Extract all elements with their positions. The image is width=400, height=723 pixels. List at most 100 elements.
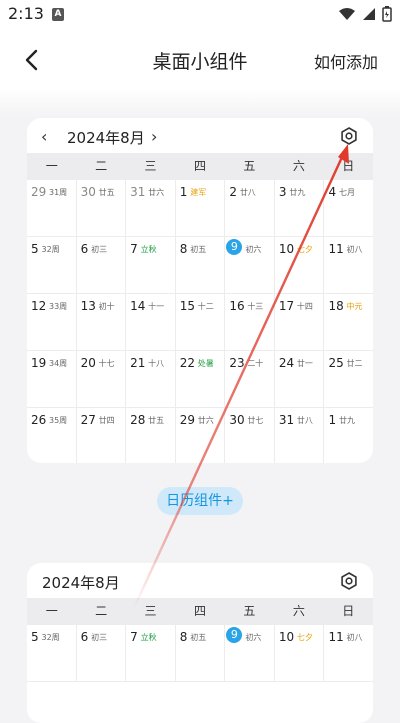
lunar-label: 廿二 — [346, 359, 363, 368]
calendar-day-cell[interactable]: 5 32周 — [27, 237, 77, 294]
calendar-day-cell[interactable]: 29 31周 — [27, 180, 77, 237]
day-number: 19 — [31, 356, 47, 370]
day-number: 26 — [31, 413, 47, 427]
calendar-day-cell[interactable]: 10 七夕 — [274, 625, 325, 682]
calendar-week-row: 5 32周 6 初三 7 立秋 8 初五 9 初六 10 七夕 11 初八 — [27, 237, 373, 294]
calendar-day-cell[interactable]: 1 建军 — [175, 180, 226, 237]
battery-icon — [382, 6, 392, 22]
calendar-day-cell[interactable]: 4 七月 — [324, 180, 373, 237]
calendar-day-cell[interactable]: 24 廿一 — [274, 351, 325, 408]
calendar-day-cell[interactable]: 11 初八 — [324, 625, 373, 682]
weekday-header: 一 二 三 四 五 六 日 — [27, 153, 373, 180]
calendar-day-cell[interactable]: 15 十二 — [175, 294, 226, 351]
day-number: 4 — [328, 185, 337, 199]
calendar-day-cell[interactable]: 3 廿九 — [274, 180, 325, 237]
lunar-label: 立秋 — [140, 633, 157, 642]
calendar-day-cell[interactable]: 1 廿九 — [324, 408, 373, 463]
calendar-day-cell[interactable]: 21 十八 — [126, 351, 176, 408]
day-number: 5 — [31, 630, 39, 644]
calendar-day-cell[interactable]: 2 廿八 — [225, 180, 275, 237]
calendar-day-cell[interactable]: 26 35周 — [27, 408, 77, 463]
weekday-label: 二 — [95, 159, 108, 173]
weekday-label: 三 — [144, 604, 157, 618]
notification-icon: A — [52, 8, 64, 21]
day-number: 25 — [328, 356, 344, 370]
day-number: 28 — [130, 413, 146, 427]
calendar-day-cell[interactable]: 22 处暑 — [175, 351, 226, 408]
lunar-label: 廿八 — [296, 416, 313, 425]
calendar-day-cell[interactable]: 11 初八 — [324, 237, 373, 294]
lunar-label: 立秋 — [140, 245, 157, 254]
calendar-day-cell[interactable]: 31 廿八 — [275, 408, 325, 463]
signal-icon — [363, 8, 375, 20]
lunar-label: 廿七 — [247, 416, 264, 425]
calendar-day-cell[interactable]: 8 初五 — [175, 625, 226, 682]
weekday-label: 日 — [342, 159, 355, 173]
day-number: 29 — [179, 413, 196, 427]
today-marker: 9 — [226, 239, 243, 255]
calendar-day-cell[interactable]: 28 廿五 — [126, 408, 176, 463]
day-number: 22 — [179, 356, 196, 370]
calendar-grid: 5 32周 6 初三 7 立秋 8 初五 9 初六 10 七夕 11 初八 — [27, 625, 373, 682]
calendar-day-cell[interactable]: 9 初六 — [225, 237, 275, 294]
calendar-day-cell[interactable]: 30 廿五 — [76, 180, 127, 237]
day-number: 7 — [130, 630, 138, 644]
calendar-day-cell[interactable]: 17 十四 — [274, 294, 325, 351]
calendar-day-cell[interactable]: 6 初三 — [76, 237, 127, 294]
calendar-day-cell[interactable]: 5 32周 — [27, 625, 77, 682]
calendar-day-cell[interactable]: 10 七夕 — [274, 237, 325, 294]
calendar-widget-preview-2[interactable]: 2024年8月 一 二 三 四 五 六 日 5 32周 6 初三 7 立秋 8 初五 9 初六 10… — [27, 563, 373, 723]
next-month-icon[interactable]: › — [151, 127, 157, 146]
lunar-label: 十七 — [98, 359, 115, 368]
weekday-label: 五 — [243, 604, 256, 618]
calendar-day-cell[interactable]: 12 33周 — [27, 294, 77, 351]
lunar-label: 35周 — [49, 416, 68, 425]
day-number: 1 — [328, 413, 337, 427]
header-fade — [0, 88, 400, 118]
calendar-day-cell[interactable]: 16 十三 — [225, 294, 275, 351]
lunar-label: 34周 — [49, 359, 68, 368]
lunar-label: 廿九 — [289, 188, 306, 197]
day-number: 10 — [278, 242, 295, 256]
calendar-week-row: 12 33周 13 初十 14 十一 15 十二 16 十三 17 十四 18 中元 — [27, 294, 373, 351]
lunar-label: 31周 — [49, 188, 68, 197]
add-calendar-widget-button[interactable]: 日历组件+ — [157, 487, 243, 515]
weekday-label: 四 — [193, 159, 206, 173]
weekday-label: 一 — [45, 159, 58, 173]
settings-gear-icon[interactable] — [339, 126, 359, 146]
lunar-label: 十四 — [296, 302, 313, 311]
weekday-label: 二 — [95, 604, 108, 618]
calendar-day-cell[interactable]: 27 廿四 — [77, 408, 127, 463]
today-marker: 9 — [226, 627, 243, 643]
calendar-widget-preview[interactable]: ‹ 2024年8月 › 一 二 三 四 五 六 日 29 31周 30 廿五 31 廿六 1… — [27, 118, 373, 463]
lunar-label: 十二 — [197, 302, 214, 311]
calendar-day-cell[interactable]: 9 初六 — [225, 625, 275, 682]
day-number: 10 — [278, 630, 295, 644]
weekday-label: 三 — [144, 159, 157, 173]
calendar-day-cell[interactable]: 6 初三 — [76, 625, 127, 682]
calendar-day-cell[interactable]: 20 十七 — [76, 351, 127, 408]
calendar-day-cell[interactable]: 29 廿六 — [176, 408, 226, 463]
how-to-add-link[interactable]: 如何添加 — [314, 49, 378, 73]
calendar-day-cell[interactable]: 18 中元 — [324, 294, 373, 351]
calendar-day-cell[interactable]: 19 34周 — [27, 351, 77, 408]
calendar-day-cell[interactable]: 8 初五 — [175, 237, 226, 294]
calendar-day-cell[interactable]: 30 廿七 — [225, 408, 275, 463]
calendar-day-cell[interactable]: 13 初十 — [76, 294, 127, 351]
calendar-day-cell[interactable]: 25 廿二 — [324, 351, 373, 408]
calendar-day-cell[interactable]: 7 立秋 — [126, 625, 176, 682]
month-label: 2024年8月 — [67, 129, 145, 147]
status-bar: 2:13 A — [0, 0, 400, 30]
calendar-day-cell[interactable]: 31 廿六 — [126, 180, 176, 237]
day-number: 7 — [130, 242, 138, 256]
day-number: 8 — [179, 242, 188, 256]
calendar-day-cell[interactable]: 23 二十 — [225, 351, 275, 408]
prev-month-icon[interactable]: ‹ — [41, 127, 47, 146]
weekday-label: 五 — [243, 159, 256, 173]
day-number: 13 — [80, 299, 96, 313]
calendar-day-cell[interactable]: 7 立秋 — [126, 237, 176, 294]
settings-gear-icon[interactable] — [339, 571, 359, 591]
lunar-label: 33周 — [49, 302, 68, 311]
day-number: 11 — [328, 242, 344, 256]
calendar-day-cell[interactable]: 14 十一 — [126, 294, 176, 351]
